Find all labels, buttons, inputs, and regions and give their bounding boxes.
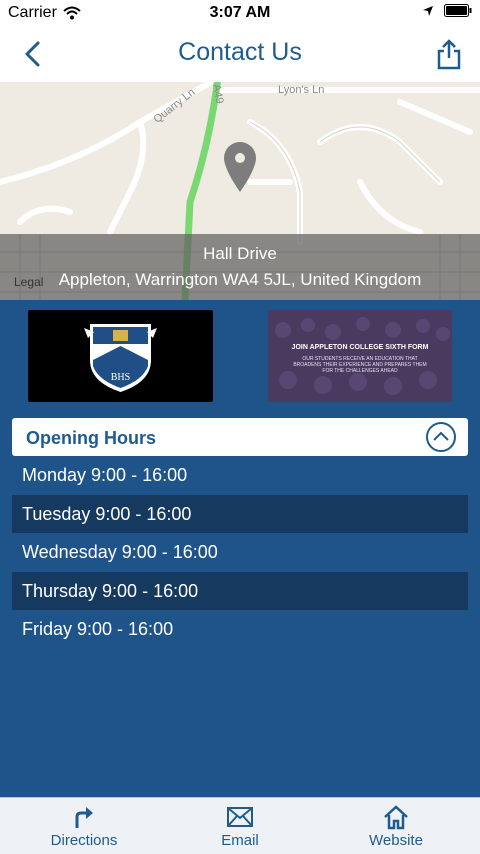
address-overlay: Hall Drive Appleton, Warrington WA4 5JL,… [0,234,480,300]
tab-directions[interactable]: Directions [4,798,164,854]
tab-email-label: Email [221,832,259,849]
share-icon[interactable] [436,38,462,70]
battery-icon [444,4,472,17]
opening-hours-label: Opening Hours [26,428,156,448]
status-right [422,4,472,17]
school-logo-image[interactable]: BHS [28,310,213,402]
status-bar: Carrier 3:07 AM [0,0,480,28]
chevron-up-icon [433,431,449,441]
location-arrow-icon [423,5,433,16]
tab-bar: Directions Email Website [0,797,480,854]
opening-hours-header[interactable]: Opening Hours [12,418,468,456]
hours-row-wednesday: Wednesday 9:00 - 16:00 [22,542,218,562]
map-view[interactable]: Quarry Ln A49 Lyon's Ln Hall Drive Apple… [0,82,480,300]
address-line-2: Appleton, Warrington WA4 5JL, United Kin… [58,270,422,289]
sixth-form-promo-image[interactable]: JOIN APPLETON COLLEGE SIXTH FORM OUR STU… [268,310,452,402]
promo-title: JOIN APPLETON COLLEGE SIXTH FORM [291,344,429,351]
road-label-lyons: Lyon's Ln [278,84,325,96]
email-icon [227,807,253,827]
svg-text:BHS: BHS [111,372,130,383]
opening-hours-list: Monday 9:00 - 16:00 Tuesday 9:00 - 16:00… [12,456,468,649]
tab-directions-label: Directions [50,832,118,849]
hours-row-friday: Friday 9:00 - 16:00 [22,619,174,639]
nav-bar: Contact Us [0,28,480,82]
tab-website-label: Website [369,832,423,849]
status-time: 3:07 AM [209,4,271,21]
address-line-1: Hall Drive [203,244,277,263]
promo-subtitle: OUR STUDENTS RECEIVE AN EDUCATION THAT B… [293,356,427,374]
tab-email[interactable]: Email [160,798,320,854]
crest-icon: BHS [84,324,157,392]
directions-icon [75,807,93,828]
hours-row-thursday: Thursday 9:00 - 16:00 [12,571,468,610]
page-title: Contact Us [178,38,302,66]
tab-website[interactable]: Website [316,798,476,854]
map-legal-link[interactable]: Legal [14,275,43,289]
home-icon [384,805,408,830]
collapse-button[interactable] [426,422,456,452]
hours-row-tuesday: Tuesday 9:00 - 16:00 [12,494,468,533]
hours-row-monday: Monday 9:00 - 16:00 [22,465,188,485]
